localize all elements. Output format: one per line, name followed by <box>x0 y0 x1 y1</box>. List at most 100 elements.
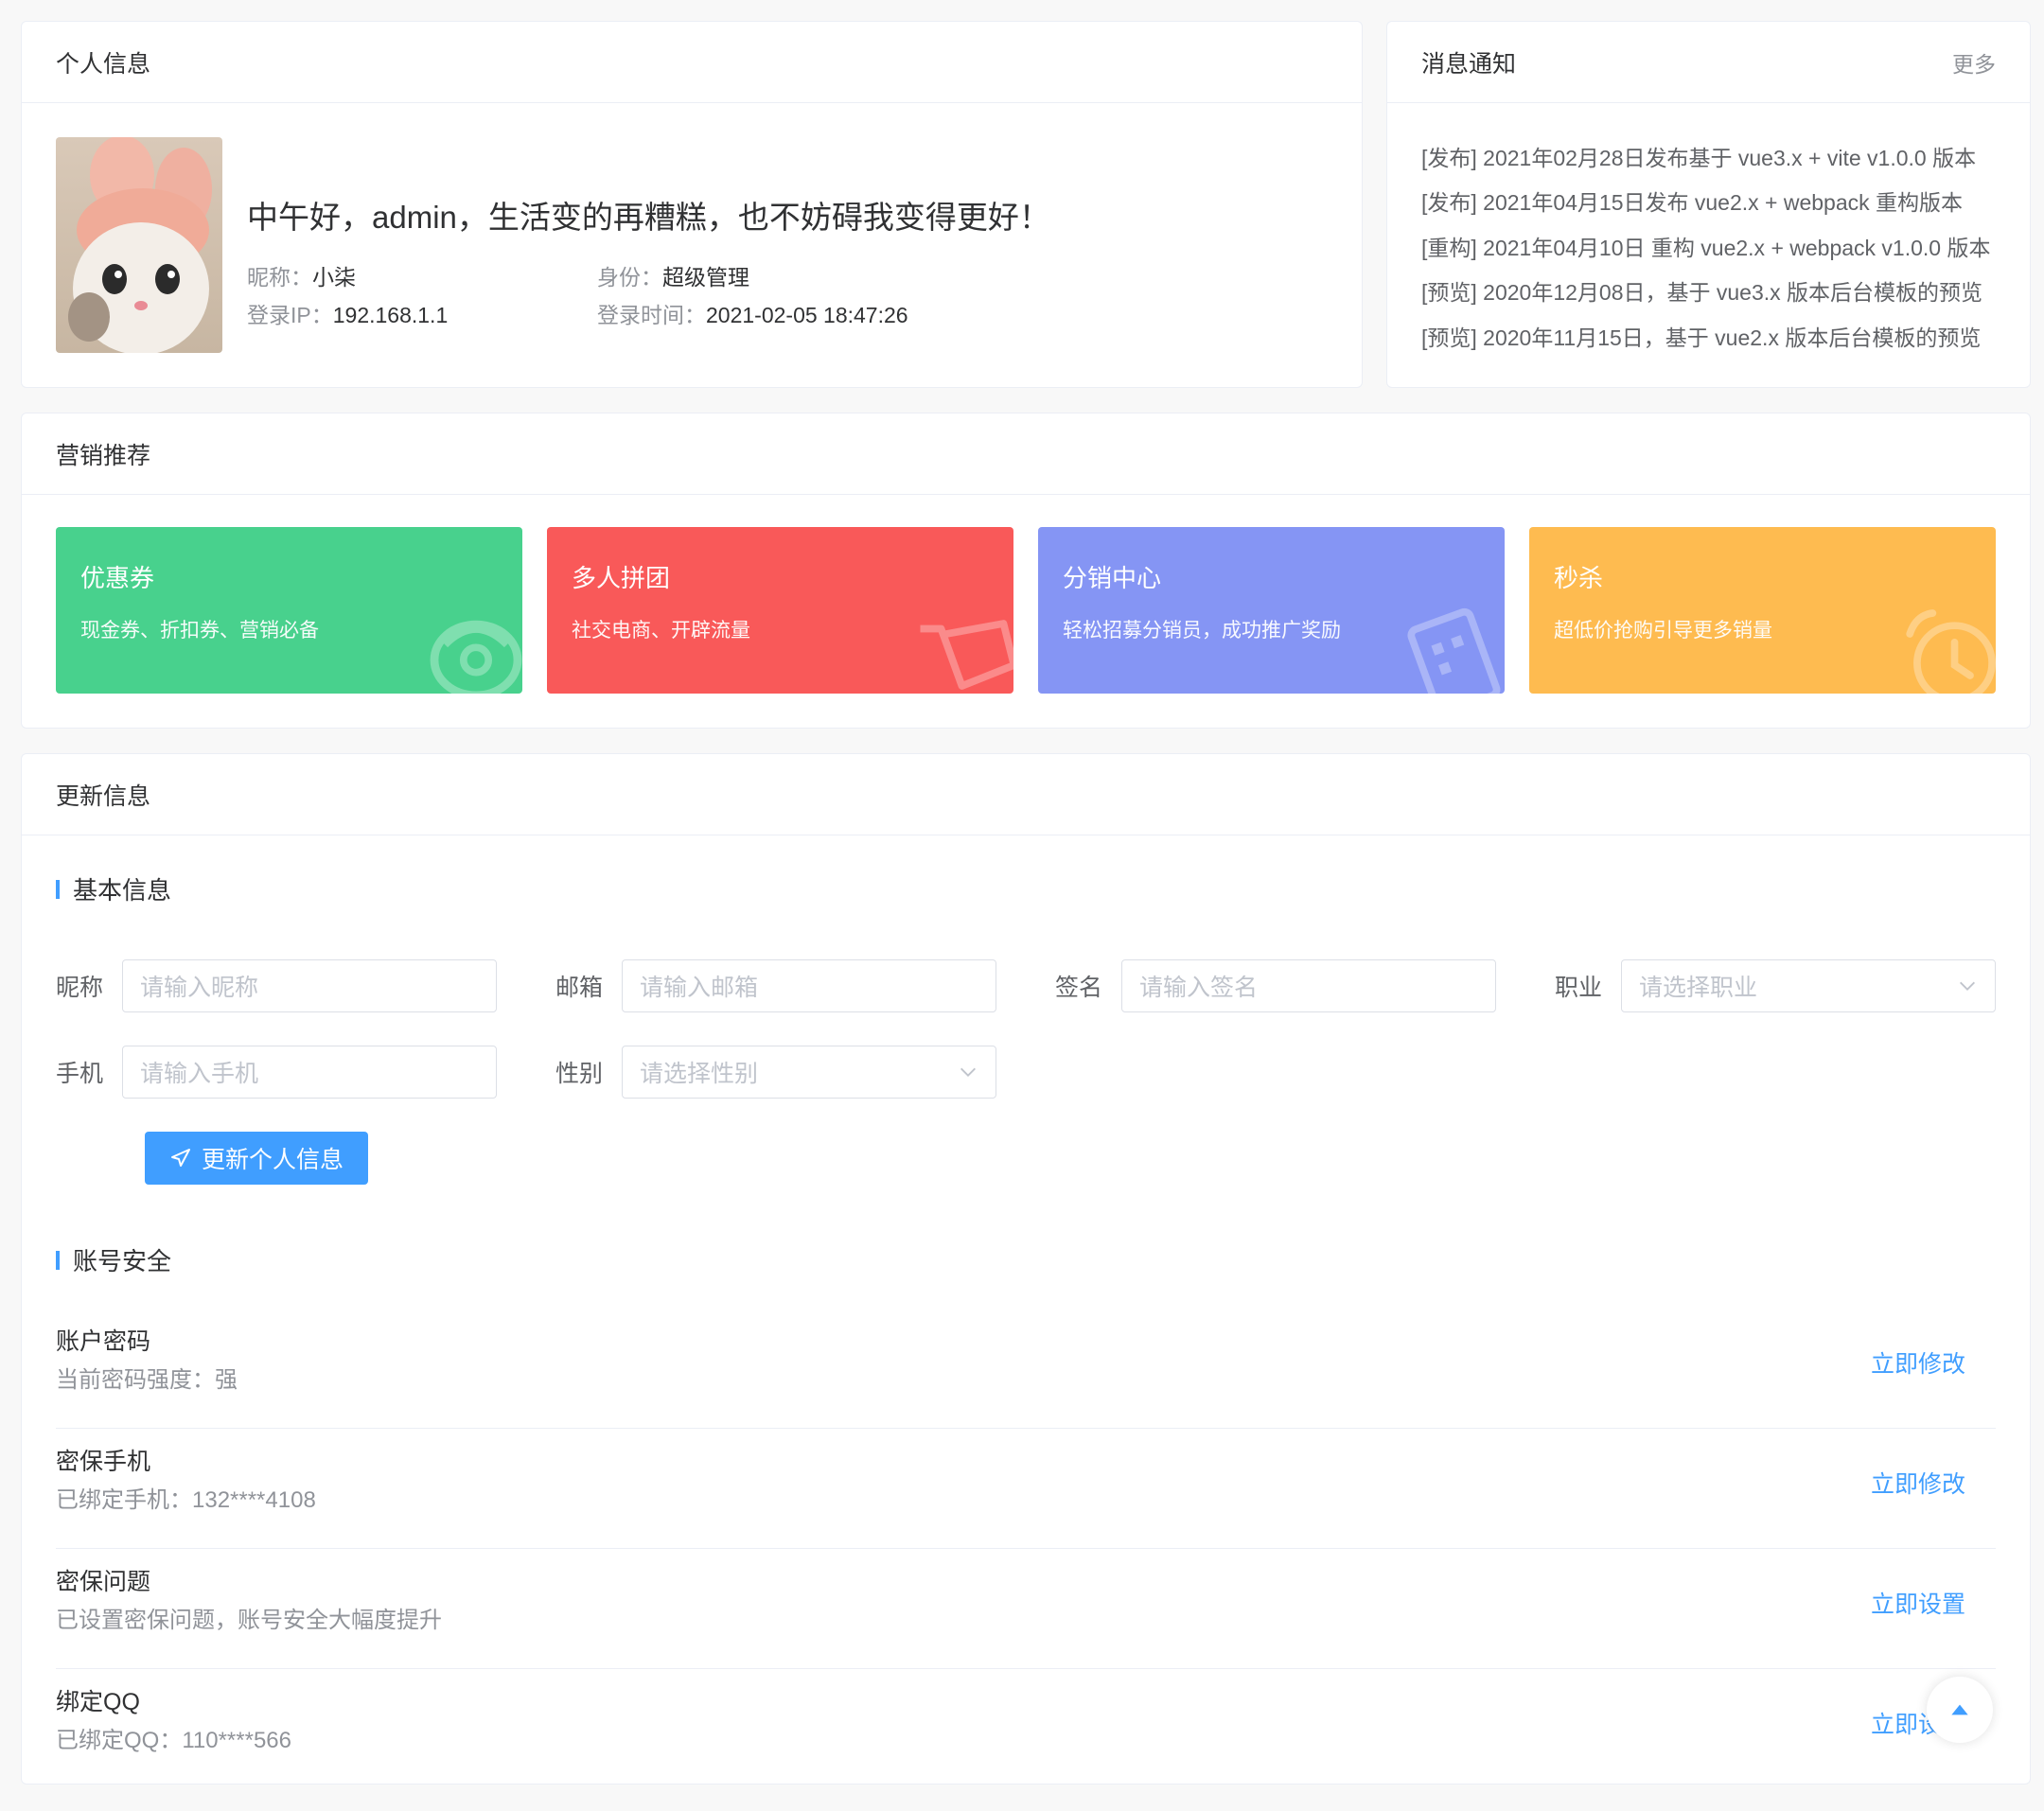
security-item-title: 密保手机 <box>56 1449 151 1475</box>
greeting-text: 中午好，admin，生活变的再糟糕，也不妨碍我变得更好！ <box>247 200 1050 235</box>
marketing-tile-flash-sale[interactable]: 秒杀 超低价抢购引导更多销量 <box>1529 527 1996 694</box>
security-row-phone: 密保手机 已绑定手机：132****4108 立即修改 <box>56 1430 1996 1549</box>
phone-placeholder: 请输入手机 <box>140 1061 259 1087</box>
info-row-1: 昵称：小柒 身份：超级管理 <box>247 256 966 294</box>
marketing-tiles: 优惠券 现金券、折扣券、营销必备 多人拼团 社交电商、开辟流量 分销中心 轻松招… <box>56 527 1996 694</box>
security-item-title: 账户密码 <box>56 1328 151 1355</box>
gender-form-item: 性别 请选择性别 <box>555 1046 996 1099</box>
security-row-qq: 绑定QQ 已绑定QQ：110****566 立即设置 <box>56 1670 1996 1789</box>
signature-placeholder: 请输入签名 <box>1139 975 1259 1001</box>
notice-item[interactable]: [预览] 2020年11月15日，基于 vue2.x 版本后台模板的预览 <box>1421 313 2011 359</box>
notice-item[interactable]: [预览] 2020年12月08日，基于 vue3.x 版本后台模板的预览 <box>1421 269 2011 314</box>
security-item-title: 密保问题 <box>56 1569 151 1595</box>
phone-field-label: 手机 <box>56 1061 104 1087</box>
more-link[interactable]: 更多 <box>1952 46 1996 79</box>
ip-value: 192.168.1.1 <box>332 303 449 327</box>
building-icon <box>1407 607 1501 694</box>
alarm-clock-icon <box>1906 609 1996 694</box>
update-profile-button[interactable]: 更新个人信息 <box>145 1132 368 1185</box>
section-accent-bar <box>56 1250 60 1270</box>
notices-card: 消息通知 更多 [发布] 2021年02月28日发布基于 vue3.x + vi… <box>1386 21 2031 388</box>
tile-title: 秒杀 <box>1554 564 1604 592</box>
modify-phone-link[interactable]: 立即修改 <box>1871 1466 1965 1500</box>
chevron-down-icon <box>960 1067 976 1077</box>
wallet-icon <box>430 620 522 694</box>
tile-title: 分销中心 <box>1063 564 1162 592</box>
set-question-link[interactable]: 立即设置 <box>1871 1586 1965 1620</box>
security-item-title: 绑定QQ <box>56 1689 140 1715</box>
email-field-label: 邮箱 <box>555 975 604 1001</box>
notice-list: [发布] 2021年02月28日发布基于 vue3.x + vite v1.0.… <box>1421 133 2011 359</box>
signature-form-item: 签名 请输入签名 <box>1055 959 1496 1012</box>
login-time-label: 登录时间： <box>597 303 706 327</box>
nickname-placeholder: 请输入昵称 <box>140 975 259 1001</box>
marketing-title: 营销推荐 <box>56 442 151 469</box>
nickname-form-item: 昵称 请输入昵称 <box>56 959 497 1012</box>
security-item-desc: 已设置密保问题，账号安全大幅度提升 <box>56 1608 442 1633</box>
login-time-value: 2021-02-05 18:47:26 <box>706 303 908 327</box>
nickname-info: 昵称：小柒 <box>247 259 597 291</box>
personal-info-header: 个人信息 <box>22 22 1362 103</box>
marketing-card: 营销推荐 优惠券 现金券、折扣券、营销必备 多人拼团 社交电商、开辟流量 分销中… <box>21 413 2031 729</box>
security-row-question: 密保问题 已设置密保问题，账号安全大幅度提升 立即设置 <box>56 1550 1996 1669</box>
email-input[interactable]: 请输入邮箱 <box>622 959 996 1012</box>
gender-select[interactable]: 请选择性别 <box>622 1046 996 1099</box>
marketing-tile-group-buy[interactable]: 多人拼团 社交电商、开辟流量 <box>547 527 1013 694</box>
notice-item[interactable]: [重构] 2021年04月10日 重构 vue2.x + webpack v1.… <box>1421 223 2011 269</box>
nickname-value: 小柒 <box>312 265 356 290</box>
info-row-2: 登录IP：192.168.1.1 登录时间：2021-02-05 18:47:2… <box>247 294 966 332</box>
tile-title: 优惠券 <box>80 564 155 592</box>
job-placeholder: 请选择职业 <box>1639 975 1758 1001</box>
update-info-title: 更新信息 <box>56 782 151 810</box>
cart-icon <box>920 620 1013 690</box>
ip-label: 登录IP： <box>247 303 333 327</box>
marketing-header: 营销推荐 <box>22 413 2030 495</box>
ip-info: 登录IP：192.168.1.1 <box>247 297 597 329</box>
security-row-password: 账户密码 当前密码强度：强 立即修改 <box>56 1310 1996 1429</box>
job-form-item: 职业 请选择职业 <box>1555 959 1996 1012</box>
gender-field-label: 性别 <box>555 1061 604 1087</box>
update-profile-label: 更新个人信息 <box>201 1147 344 1173</box>
notices-title: 消息通知 <box>1421 50 1517 78</box>
login-time-info: 登录时间：2021-02-05 18:47:26 <box>597 297 947 329</box>
nickname-input[interactable]: 请输入昵称 <box>122 959 497 1012</box>
phone-form-item: 手机 请输入手机 <box>56 1046 497 1099</box>
email-placeholder: 请输入邮箱 <box>640 975 759 1001</box>
chevron-down-icon <box>1960 981 1975 991</box>
caret-up-icon <box>1951 1704 1968 1715</box>
security-title: 账号安全 <box>73 1247 172 1275</box>
job-field-label: 职业 <box>1555 975 1603 1001</box>
section-accent-bar <box>56 879 60 899</box>
personal-info-title: 个人信息 <box>56 50 151 78</box>
signature-input[interactable]: 请输入签名 <box>1121 959 1496 1012</box>
user-info-grid: 昵称：小柒 身份：超级管理 登录IP：192.168.1.1 登录时间：2021… <box>247 256 966 332</box>
job-select[interactable]: 请选择职业 <box>1621 959 1996 1012</box>
basic-info-title: 基本信息 <box>73 876 172 905</box>
basic-info-section-title: 基本信息 <box>56 871 171 906</box>
role-info: 身份：超级管理 <box>597 259 947 291</box>
tile-title: 多人拼团 <box>572 564 671 592</box>
notices-header: 消息通知 更多 <box>1387 22 2030 103</box>
personal-info-card: 个人信息 中午好，admin，生活变的再糟糕，也不妨碍我变得更好！ 昵称：小柒 … <box>21 21 1363 388</box>
signature-field-label: 签名 <box>1055 975 1103 1001</box>
back-to-top-button[interactable] <box>1927 1677 1993 1743</box>
security-item-desc: 已绑定手机：132****4108 <box>56 1487 316 1513</box>
modify-password-link[interactable]: 立即修改 <box>1871 1345 1965 1380</box>
nickname-label: 昵称： <box>247 265 312 290</box>
marketing-tile-coupon[interactable]: 优惠券 现金券、折扣券、营销必备 <box>56 527 522 694</box>
update-info-header: 更新信息 <box>22 754 2030 835</box>
security-section-title: 账号安全 <box>56 1242 171 1277</box>
security-item-desc: 当前密码强度：强 <box>56 1367 238 1393</box>
marketing-tile-distribution[interactable]: 分销中心 轻松招募分销员，成功推广奖励 <box>1038 527 1505 694</box>
send-icon <box>170 1149 190 1167</box>
nickname-field-label: 昵称 <box>56 975 104 1001</box>
phone-input[interactable]: 请输入手机 <box>122 1046 497 1099</box>
gender-placeholder: 请选择性别 <box>640 1061 759 1087</box>
role-label: 身份： <box>597 265 662 290</box>
avatar <box>56 137 222 353</box>
update-info-card: 更新信息 基本信息 昵称 请输入昵称 邮箱 请输入邮箱 签名 请输入签名 职业 … <box>21 753 2031 1785</box>
notice-item[interactable]: [发布] 2021年02月28日发布基于 vue3.x + vite v1.0.… <box>1421 133 2011 179</box>
role-value: 超级管理 <box>662 265 749 290</box>
notice-item[interactable]: [发布] 2021年04月15日发布 vue2.x + webpack 重构版本 <box>1421 179 2011 224</box>
email-form-item: 邮箱 请输入邮箱 <box>555 959 996 1012</box>
